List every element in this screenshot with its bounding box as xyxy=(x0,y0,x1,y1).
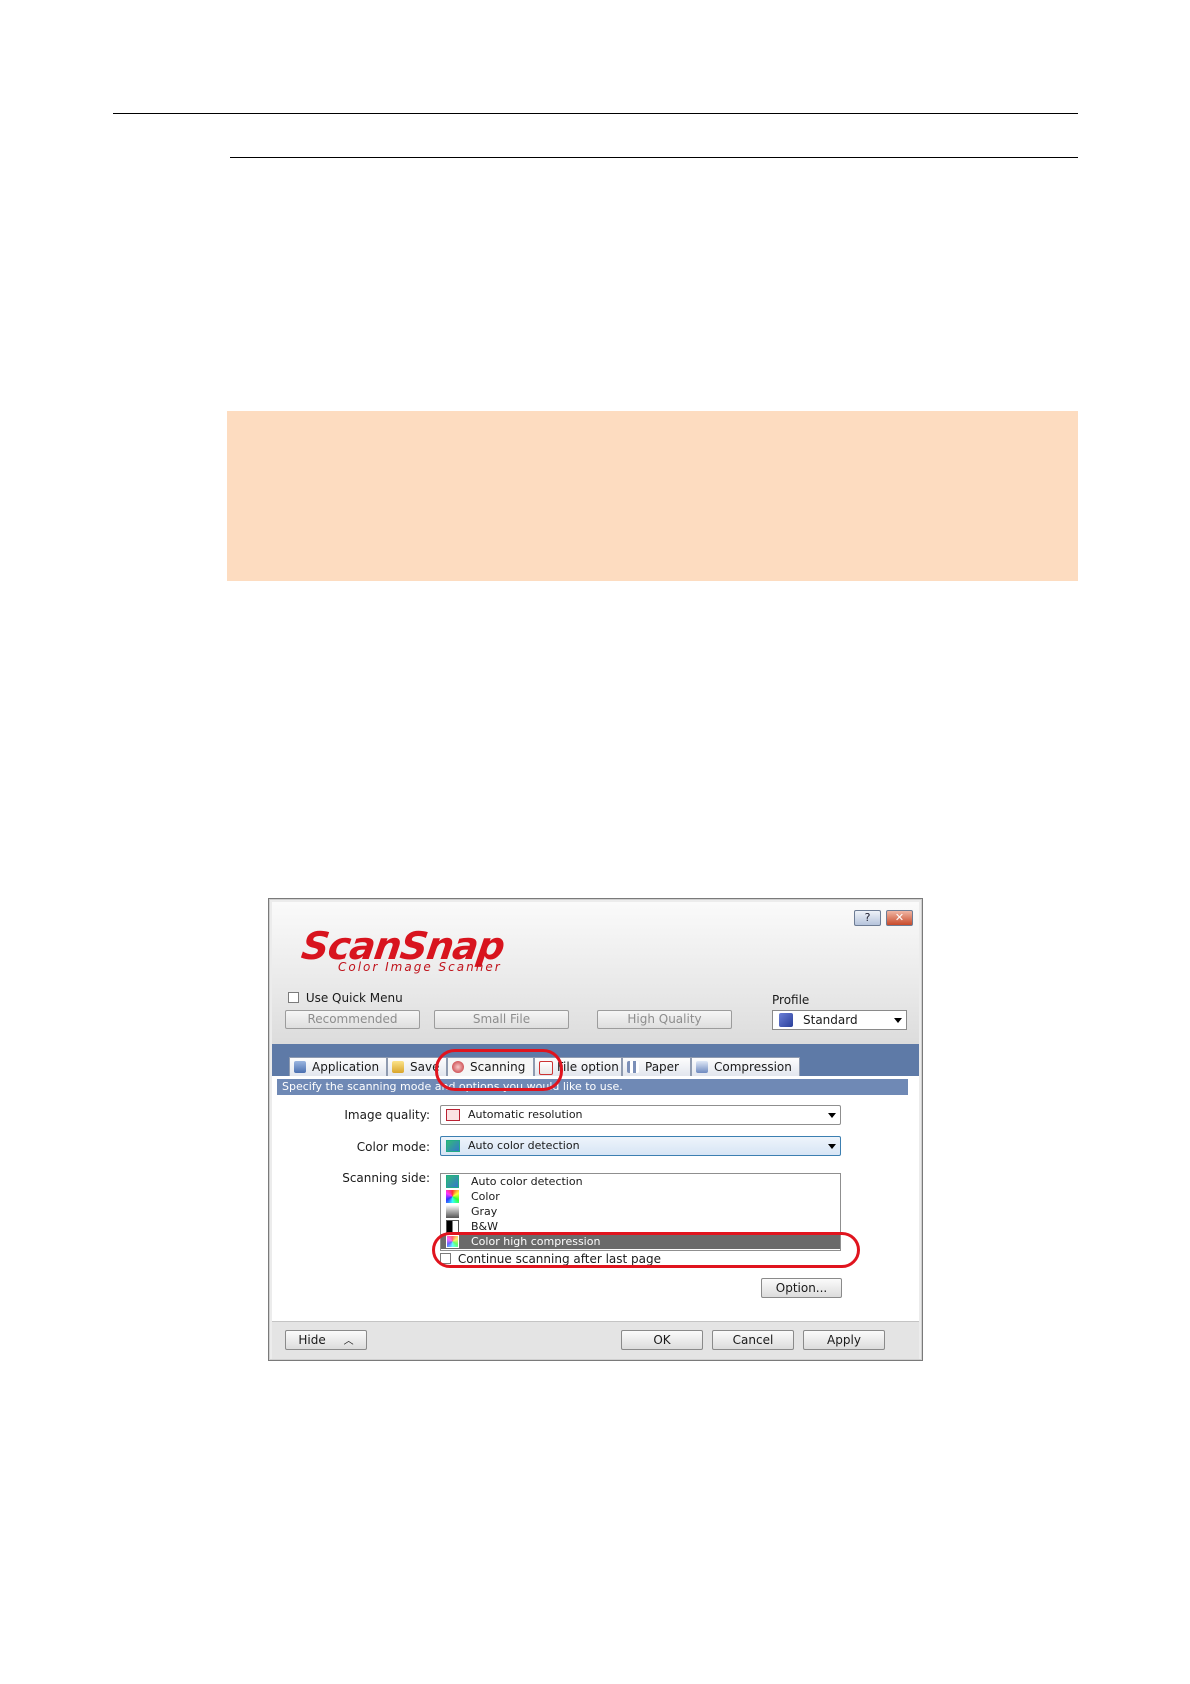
dialog-footer: Hide ︿ OK Cancel Apply xyxy=(272,1321,919,1359)
close-button[interactable]: ✕ xyxy=(886,910,913,926)
small-file-button[interactable]: Small File xyxy=(434,1010,569,1029)
auto-color-icon xyxy=(446,1140,460,1152)
profile-value: Standard xyxy=(803,1013,858,1027)
tab-compression[interactable]: Compression xyxy=(691,1057,800,1076)
profile-icon xyxy=(779,1013,793,1027)
use-quick-menu-label: Use Quick Menu xyxy=(305,990,403,1005)
apply-button[interactable]: Apply xyxy=(803,1330,885,1350)
chevron-down-icon xyxy=(894,1018,902,1023)
image-quality-value: Automatic resolution xyxy=(468,1108,583,1121)
tab-label: Paper xyxy=(645,1060,679,1074)
application-icon xyxy=(294,1061,306,1073)
paper-icon xyxy=(627,1061,639,1073)
gray-icon xyxy=(446,1205,459,1218)
option-label: Gray xyxy=(471,1205,498,1218)
option-button[interactable]: Option... xyxy=(761,1278,842,1298)
profile-label: Profile xyxy=(772,993,810,1007)
scanning-tab-highlight xyxy=(435,1049,563,1091)
tab-strip: Application Save Scanning File option Pa… xyxy=(272,1044,919,1076)
use-quick-menu-checkbox[interactable] xyxy=(288,992,299,1003)
color-mode-label: Color mode: xyxy=(356,1140,430,1154)
tab-label: Compression xyxy=(714,1060,792,1074)
image-quality-select[interactable]: Automatic resolution xyxy=(440,1105,841,1125)
option-color[interactable]: Color xyxy=(441,1189,840,1204)
header-rule xyxy=(113,113,1078,114)
use-quick-menu-option[interactable]: Use Quick Menu xyxy=(288,990,403,1005)
option-label: Color xyxy=(471,1190,500,1203)
image-quality-label: Image quality: xyxy=(344,1108,430,1122)
folder-icon xyxy=(392,1061,404,1073)
color-mode-select[interactable]: Auto color detection xyxy=(440,1136,841,1156)
hide-label: Hide xyxy=(298,1333,326,1347)
chevron-down-icon xyxy=(828,1144,836,1149)
color-icon xyxy=(446,1190,459,1203)
chevron-down-icon xyxy=(828,1113,836,1118)
hide-button[interactable]: Hide ︿ xyxy=(285,1330,367,1350)
scanning-side-label: Scanning side: xyxy=(342,1171,430,1185)
tab-label: File option xyxy=(557,1060,619,1074)
scansnap-settings-dialog: ? ✕ ScanSnap Color Image Scanner Use Qui… xyxy=(268,898,923,1361)
recommended-button[interactable]: Recommended xyxy=(285,1010,420,1029)
option-auto-color-detection[interactable]: Auto color detection xyxy=(441,1174,840,1189)
profile-select[interactable]: Standard xyxy=(772,1010,907,1030)
logo-subtitle: Color Image Scanner xyxy=(338,960,502,974)
auto-color-icon xyxy=(446,1175,459,1188)
ok-button[interactable]: OK xyxy=(621,1330,703,1350)
info-bar: Specify the scanning mode and options yo… xyxy=(277,1079,908,1095)
high-quality-button[interactable]: High Quality xyxy=(597,1010,732,1029)
note-box xyxy=(227,411,1078,581)
scanning-tab-content: Specify the scanning mode and options yo… xyxy=(272,1076,919,1321)
resolution-icon xyxy=(446,1109,460,1121)
section-rule xyxy=(230,157,1078,158)
option-label: Auto color detection xyxy=(471,1175,583,1188)
chevron-up-icon: ︿ xyxy=(343,1336,354,1347)
color-mode-value: Auto color detection xyxy=(468,1139,580,1152)
help-button[interactable]: ? xyxy=(854,910,881,926)
tab-paper[interactable]: Paper xyxy=(622,1057,691,1076)
cancel-button[interactable]: Cancel xyxy=(712,1330,794,1350)
tab-label: Application xyxy=(312,1060,380,1074)
color-high-compression-highlight xyxy=(432,1232,860,1268)
option-gray[interactable]: Gray xyxy=(441,1204,840,1219)
compression-icon xyxy=(696,1061,708,1073)
dialog-header: ? ✕ ScanSnap Color Image Scanner Use Qui… xyxy=(272,902,919,1044)
tab-application[interactable]: Application xyxy=(289,1057,387,1076)
